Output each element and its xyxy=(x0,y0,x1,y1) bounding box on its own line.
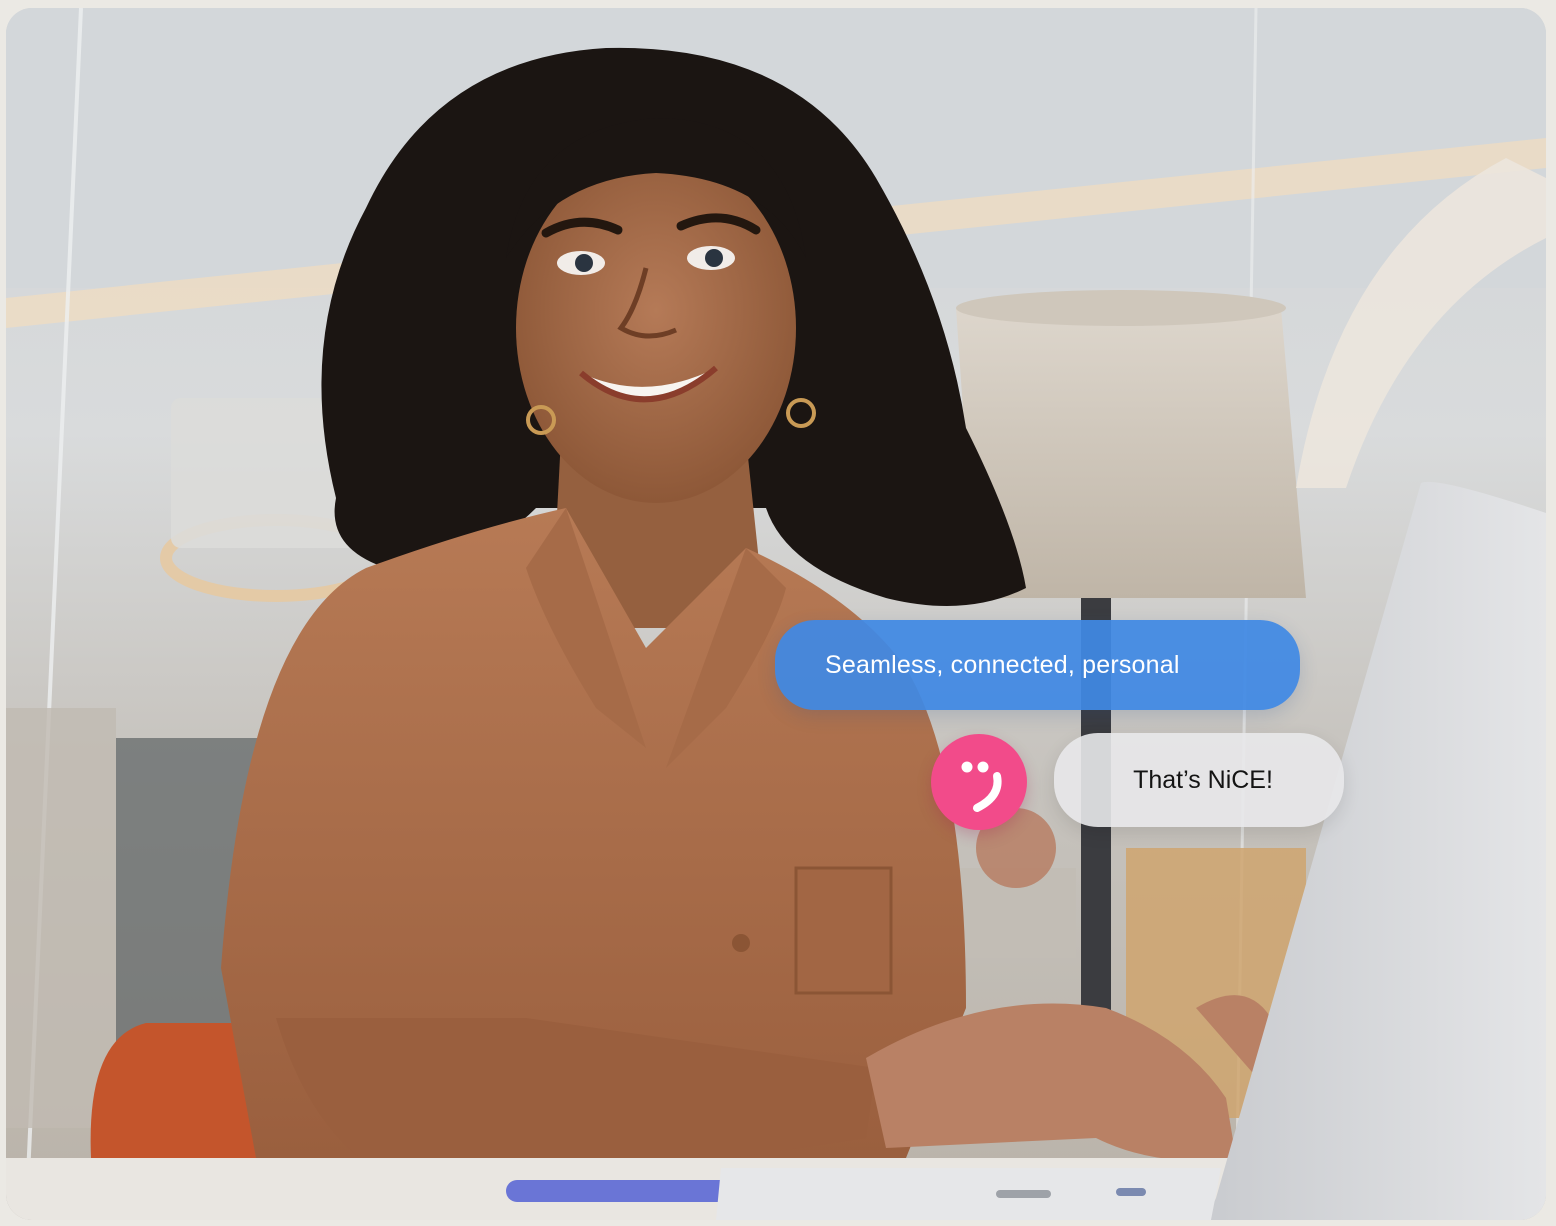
smiley-icon xyxy=(931,734,1027,830)
hero-card: Seamless, connected, personal That’s NiC… xyxy=(6,8,1546,1220)
chat-bubble-seamless: Seamless, connected, personal xyxy=(775,620,1300,710)
chat-bubble-nice: That’s NiCE! xyxy=(1054,733,1344,827)
woman-at-laptop-photo xyxy=(6,8,1546,1220)
chat-message-blue: Seamless, connected, personal xyxy=(825,650,1180,679)
chat-message-gray: That’s NiCE! xyxy=(1133,765,1273,794)
